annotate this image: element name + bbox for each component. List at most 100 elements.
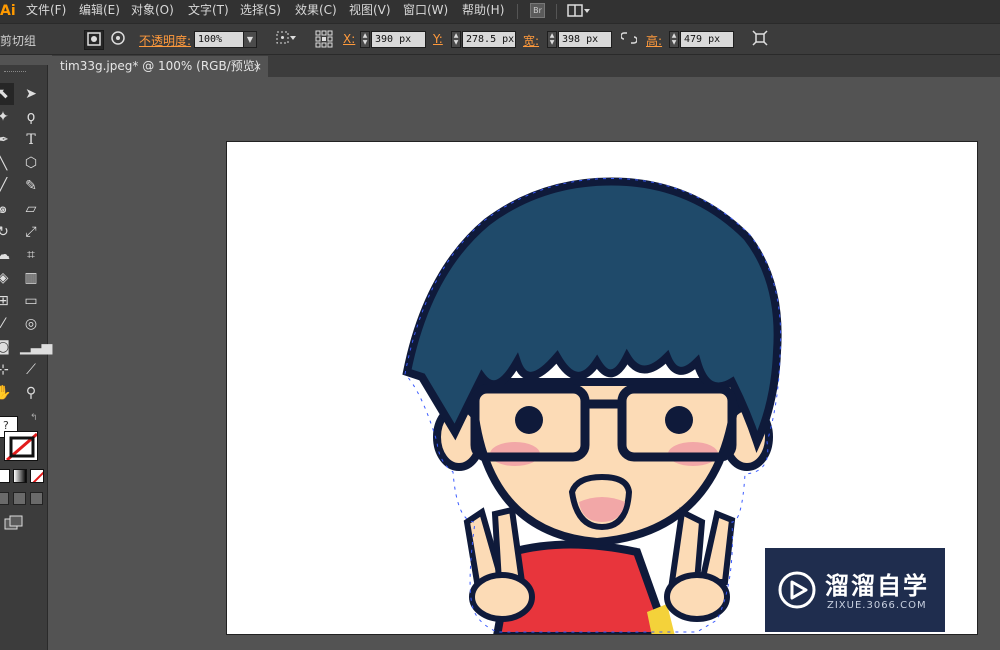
bridge-button[interactable]: Br (530, 3, 545, 18)
menu-help[interactable]: 帮助(H) (462, 0, 504, 23)
watermark-url: ZIXUE.3066.COM (827, 600, 927, 611)
transform-icon (752, 30, 768, 46)
menu-edit[interactable]: 编辑(E) (79, 0, 120, 23)
none-mode-button[interactable] (30, 469, 44, 483)
y-input[interactable]: 278.5 px (462, 31, 516, 48)
white-arrow-icon: ➤ (25, 86, 37, 102)
direct-selection-tool[interactable]: ➤ (20, 83, 42, 105)
app-logo: Ai (0, 3, 16, 19)
warp-tool[interactable]: ☁ (0, 244, 14, 266)
recolor-artwork-button[interactable] (274, 30, 298, 50)
reference-point-icon (315, 30, 333, 48)
eraser-tool[interactable]: ▱ (20, 198, 42, 220)
height-stepper[interactable]: ▲ ▼ (669, 31, 679, 48)
artboard-tool[interactable]: ⊹ (0, 359, 14, 381)
transform-button[interactable] (750, 30, 770, 50)
menu-select[interactable]: 选择(S) (240, 0, 281, 23)
constrain-proportions-button[interactable] (619, 30, 639, 50)
type-icon: T (26, 132, 36, 148)
pen-icon: ✒ (0, 132, 9, 148)
slice-tool[interactable]: ⟋ (20, 359, 42, 381)
type-tool[interactable]: T (20, 129, 42, 151)
hand-icon: ✋ (0, 385, 12, 401)
line-tool[interactable]: ╲ (0, 152, 14, 174)
height-input[interactable]: 479 px (680, 31, 734, 48)
selection-tool[interactable]: ⬉ (0, 83, 14, 105)
edit-clipping-path-button[interactable] (84, 30, 104, 50)
target-icon (111, 31, 125, 45)
perspective-grid-tool[interactable]: ▥ (20, 267, 42, 289)
shape-builder-tool[interactable]: ◈ (0, 267, 14, 289)
mesh-icon: ⊞ (0, 293, 9, 309)
reference-point-button[interactable] (314, 30, 334, 50)
y-stepper[interactable]: ▲ ▼ (451, 31, 461, 48)
paintbrush-tool[interactable]: ╱ (0, 175, 14, 197)
symbol-sprayer-tool[interactable]: ◙ (0, 336, 14, 358)
pencil-tool[interactable]: ✎ (20, 175, 42, 197)
bar-graph-icon: ▁▃▅ (20, 339, 53, 355)
pen-tool[interactable]: ✒ (0, 129, 14, 151)
arrange-documents-button[interactable] (567, 3, 591, 18)
opacity-dropdown-button[interactable]: ▼ (243, 31, 257, 48)
draw-normal-icon[interactable] (0, 492, 9, 505)
width-input[interactable]: 398 px (558, 31, 612, 48)
menubar-divider (517, 4, 518, 19)
artboard-icon: ⊹ (0, 362, 9, 378)
line-icon: ╲ (0, 155, 8, 171)
stroke-swatch[interactable] (4, 431, 38, 461)
opacity-input[interactable]: 100% (194, 31, 244, 48)
draw-behind-icon[interactable] (13, 492, 26, 505)
perspective-grid-icon: ▥ (24, 270, 38, 286)
menubar-divider (556, 4, 557, 19)
panel-grip[interactable] (4, 71, 26, 74)
warp-icon: ☁ (0, 247, 10, 263)
lasso-tool[interactable]: ϙ (20, 106, 42, 128)
blend-icon: ◎ (24, 316, 38, 332)
document-tab-bar: tim33g.jpeg* @ 100% (RGB/预览) × (52, 55, 1000, 77)
rotate-tool[interactable]: ↻ (0, 221, 14, 243)
column-graph-tool[interactable]: ▁▃▅ (20, 336, 52, 358)
symbol-sprayer-icon: ◙ (0, 339, 10, 355)
gradient-icon: ▭ (24, 293, 38, 309)
width-stepper[interactable]: ▲ ▼ (547, 31, 557, 48)
edit-contents-button[interactable] (108, 30, 128, 50)
menu-type[interactable]: 文字(T) (188, 0, 229, 23)
close-tab-icon[interactable]: × (253, 56, 262, 77)
gradient-tool[interactable]: ▭ (20, 290, 42, 312)
opacity-label[interactable]: 不透明度: (139, 32, 191, 49)
scale-tool[interactable]: ⤢ (20, 221, 42, 243)
gradient-mode-button[interactable] (13, 469, 27, 483)
blob-brush-tool[interactable]: ๑ (0, 198, 14, 220)
free-transform-tool[interactable]: ⌗ (20, 244, 42, 266)
draw-inside-icon[interactable] (30, 492, 43, 505)
menu-effect[interactable]: 效果(C) (295, 0, 337, 23)
mesh-tool[interactable]: ⊞ (0, 290, 14, 312)
swap-fill-stroke-icon[interactable]: ↰ (30, 413, 38, 423)
menu-object[interactable]: 对象(O) (131, 0, 174, 23)
menu-window[interactable]: 窗口(W) (403, 0, 448, 23)
document-tab-title: tim33g.jpeg* @ 100% (RGB/预览) (60, 59, 260, 73)
zoom-tool[interactable]: ⚲ (20, 382, 42, 404)
control-bar: 剪切组 不透明度: 100% ▼ X: ▲ ▼ 390 px Y: ▲ ▼ 278.… (0, 23, 1000, 55)
menu-view[interactable]: 视图(V) (349, 0, 391, 23)
shape-builder-icon: ◈ (0, 270, 9, 286)
x-input[interactable]: 390 px (371, 31, 426, 48)
height-label[interactable]: 高: (646, 32, 662, 49)
eyedropper-tool[interactable]: ⁄ (0, 313, 14, 335)
blend-tool[interactable]: ◎ (20, 313, 42, 335)
y-label[interactable]: Y: (433, 32, 443, 46)
magic-wand-tool[interactable]: ✦ (0, 106, 14, 128)
tools-panel: ⬉ ➤ ✦ ϙ ✒ T ╲ ⬡ ╱ ✎ ๑ ▱ ↻ ⤢ ☁ ⌗ ◈ ▥ ⊞ ▭ … (0, 65, 52, 650)
x-stepper[interactable]: ▲ ▼ (360, 31, 370, 48)
menu-file[interactable]: 文件(F) (26, 0, 66, 23)
eraser-icon: ▱ (25, 201, 37, 217)
hand-tool[interactable]: ✋ (0, 382, 14, 404)
watermark-logo: 溜溜自学 ZIXUE.3066.COM (765, 548, 945, 632)
width-label[interactable]: 宽: (523, 32, 539, 49)
free-transform-icon: ⌗ (27, 247, 35, 263)
document-tab[interactable]: tim33g.jpeg* @ 100% (RGB/预览) × (52, 56, 268, 77)
color-mode-button[interactable] (0, 469, 10, 483)
x-label[interactable]: X: (343, 32, 355, 46)
screen-mode-icon[interactable] (4, 515, 24, 531)
shape-tool[interactable]: ⬡ (20, 152, 42, 174)
